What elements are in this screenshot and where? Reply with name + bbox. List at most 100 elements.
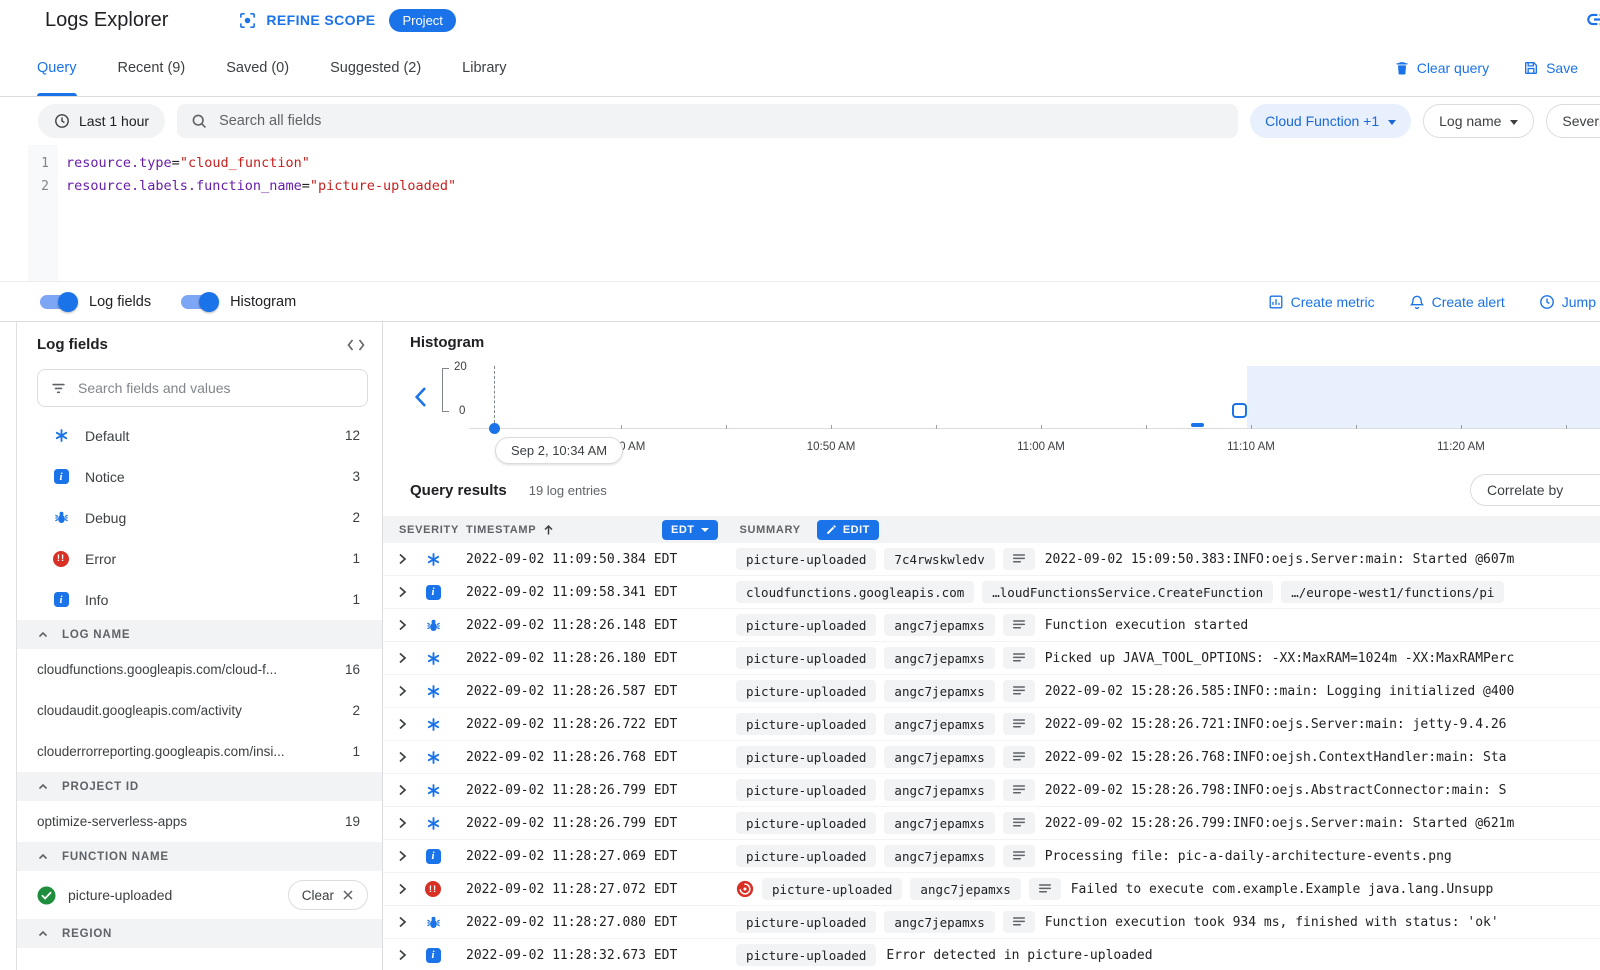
table-row[interactable]: 2022-09-02 11:28:26.587 EDTpicture-uploa…	[383, 675, 1600, 708]
section-header-region[interactable]: REGION	[17, 919, 382, 948]
label-chip[interactable]: angc7jepamxs	[884, 614, 994, 636]
save-button[interactable]: Save	[1523, 60, 1578, 76]
log-fields-toggle[interactable]	[40, 295, 76, 309]
label-chip[interactable]: angc7jepamxs	[884, 779, 994, 801]
label-chip[interactable]: picture-uploaded	[736, 647, 876, 669]
expand-row-icon[interactable]	[398, 619, 410, 631]
text-payload-icon[interactable]	[1029, 878, 1061, 900]
log-field-severity-notice[interactable]: iNotice3	[17, 456, 382, 497]
log-field-severity-error[interactable]: !!Error1	[17, 538, 382, 579]
selected-time-range[interactable]	[1247, 366, 1600, 428]
correlate-button[interactable]: Correlate by	[1470, 474, 1600, 506]
field-value-item[interactable]: optimize-serverless-apps19	[17, 801, 382, 842]
expand-row-icon[interactable]	[398, 652, 410, 664]
time-marker-chip[interactable]: Sep 2, 10:34 AM	[495, 437, 623, 464]
section-header-project-id[interactable]: PROJECT ID	[17, 772, 382, 801]
time-range-button[interactable]: Last 1 hour	[38, 104, 165, 138]
table-row[interactable]: 2022-09-02 11:28:26.180 EDTpicture-uploa…	[383, 642, 1600, 675]
expand-row-icon[interactable]	[398, 718, 410, 730]
clear-filter-button[interactable]: Clear	[288, 880, 368, 910]
table-row[interactable]: 2022-09-02 11:28:26.148 EDTpicture-uploa…	[383, 609, 1600, 642]
scope-project-badge[interactable]: Project	[389, 9, 455, 32]
table-row[interactable]: i2022-09-02 11:28:27.069 EDTpicture-uplo…	[383, 840, 1600, 873]
clear-query-button[interactable]: Clear query	[1394, 60, 1489, 76]
label-chip[interactable]: angc7jepamxs	[884, 713, 994, 735]
log-field-severity-info[interactable]: iInfo1	[17, 579, 382, 620]
resource-filter-chip[interactable]: Cloud Function +1	[1250, 104, 1411, 138]
label-chip[interactable]: picture-uploaded	[736, 944, 876, 966]
expand-row-icon[interactable]	[398, 949, 410, 961]
expand-row-icon[interactable]	[398, 553, 410, 565]
label-chip[interactable]: …/europe-west1/functions/pi	[1281, 581, 1504, 603]
table-row[interactable]: 2022-09-02 11:28:27.080 EDTpicture-uploa…	[383, 906, 1600, 939]
field-value-item[interactable]: cloudfunctions.googleapis.com/cloud-f...…	[17, 649, 382, 690]
resize-panel-icon[interactable]	[346, 338, 366, 352]
section-header-function-name[interactable]: FUNCTION NAME	[17, 842, 382, 871]
label-chip[interactable]: angc7jepamxs	[884, 845, 994, 867]
label-chip[interactable]: picture-uploaded	[736, 680, 876, 702]
table-row[interactable]: 2022-09-02 11:28:26.799 EDTpicture-uploa…	[383, 774, 1600, 807]
link-icon[interactable]	[1585, 6, 1600, 33]
text-payload-icon[interactable]	[1003, 779, 1035, 801]
label-chip[interactable]: angc7jepamxs	[884, 647, 994, 669]
label-chip[interactable]: picture-uploaded	[736, 713, 876, 735]
tab-library[interactable]: Library	[462, 40, 506, 96]
text-payload-icon[interactable]	[1003, 812, 1035, 834]
timezone-chip[interactable]: EDT	[662, 520, 718, 540]
label-chip[interactable]: picture-uploaded	[736, 845, 876, 867]
table-row[interactable]: 2022-09-02 11:28:26.768 EDTpicture-uploa…	[383, 741, 1600, 774]
text-payload-icon[interactable]	[1003, 911, 1035, 933]
jump-button[interactable]: Jump	[1539, 294, 1596, 310]
expand-row-icon[interactable]	[398, 685, 410, 697]
table-row[interactable]: !!2022-09-02 11:28:27.072 EDTpicture-upl…	[383, 873, 1600, 906]
text-payload-icon[interactable]	[1003, 746, 1035, 768]
expand-row-icon[interactable]	[398, 586, 410, 598]
text-payload-icon[interactable]	[1003, 614, 1035, 636]
label-chip[interactable]: angc7jepamxs	[884, 680, 994, 702]
selection-handle[interactable]	[1232, 403, 1247, 418]
field-value-item[interactable]: cloudaudit.googleapis.com/activity2	[17, 690, 382, 731]
label-chip[interactable]: picture-uploaded	[736, 911, 876, 933]
section-header-log-name[interactable]: LOG NAME	[17, 620, 382, 649]
text-payload-icon[interactable]	[1003, 548, 1035, 570]
histogram-toggle[interactable]	[181, 295, 217, 309]
tab-saved-0[interactable]: Saved (0)	[226, 40, 289, 96]
table-row[interactable]: 2022-09-02 11:09:50.384 EDTpicture-uploa…	[383, 543, 1600, 576]
refine-scope-button[interactable]: REFINE SCOPE	[238, 11, 375, 30]
query-code-area[interactable]: resource.type="cloud_function" resource.…	[58, 145, 1600, 281]
label-chip[interactable]: angc7jepamxs	[910, 878, 1020, 900]
label-chip[interactable]: cloudfunctions.googleapis.com	[736, 581, 974, 603]
expand-row-icon[interactable]	[398, 751, 410, 763]
tab-recent-9[interactable]: Recent (9)	[118, 40, 186, 96]
text-payload-icon[interactable]	[1003, 647, 1035, 669]
label-chip[interactable]: angc7jepamxs	[884, 812, 994, 834]
severity-filter[interactable]: Severity	[1546, 104, 1600, 138]
table-row[interactable]: i2022-09-02 11:09:58.341 EDTcloudfunctio…	[383, 576, 1600, 609]
field-value-item[interactable]: clouderrorreporting.googleapis.com/insi.…	[17, 731, 382, 772]
label-chip[interactable]: angc7jepamxs	[884, 911, 994, 933]
expand-row-icon[interactable]	[398, 850, 410, 862]
label-chip[interactable]: …loudFunctionsService.CreateFunction	[982, 581, 1273, 603]
table-row[interactable]: 2022-09-02 11:28:26.722 EDTpicture-uploa…	[383, 708, 1600, 741]
expand-row-icon[interactable]	[398, 784, 410, 796]
expand-row-icon[interactable]	[398, 817, 410, 829]
label-chip[interactable]: picture-uploaded	[736, 746, 876, 768]
timestamp-column-header[interactable]: TIMESTAMP	[466, 524, 662, 536]
label-chip[interactable]: 7c4rwskwledv	[884, 548, 994, 570]
pan-left-icon[interactable]	[414, 386, 427, 408]
create-metric-button[interactable]: Create metric	[1268, 294, 1375, 310]
expand-row-icon[interactable]	[398, 883, 410, 895]
log-field-severity-default[interactable]: Default12	[17, 415, 382, 456]
label-chip[interactable]: picture-uploaded	[736, 812, 876, 834]
label-chip[interactable]: angc7jepamxs	[884, 746, 994, 768]
label-chip[interactable]: picture-uploaded	[736, 614, 876, 636]
table-row[interactable]: 2022-09-02 11:28:26.799 EDTpicture-uploa…	[383, 807, 1600, 840]
log-field-severity-debug[interactable]: Debug2	[17, 497, 382, 538]
label-chip[interactable]: picture-uploaded	[736, 779, 876, 801]
label-chip[interactable]: picture-uploaded	[762, 878, 902, 900]
tab-suggested-2[interactable]: Suggested (2)	[330, 40, 421, 96]
query-editor[interactable]: 1 2 resource.type="cloud_function" resou…	[0, 145, 1600, 281]
search-input[interactable]	[219, 113, 1224, 129]
label-chip[interactable]: picture-uploaded	[736, 548, 876, 570]
fields-search-input[interactable]	[78, 380, 355, 396]
